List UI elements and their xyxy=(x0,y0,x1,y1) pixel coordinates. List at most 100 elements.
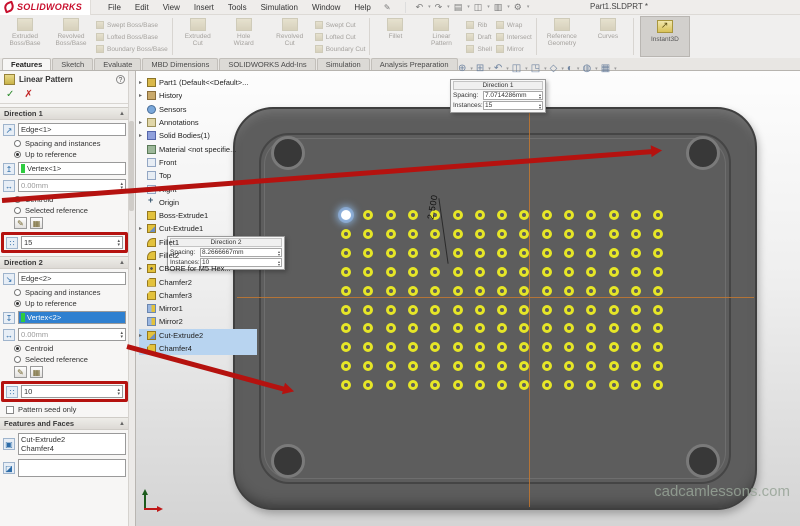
pattern-hole[interactable] xyxy=(564,304,574,315)
pattern-hole[interactable] xyxy=(341,247,351,258)
pattern-hole[interactable] xyxy=(541,380,552,391)
pattern-hole[interactable] xyxy=(653,228,664,239)
ribbon-small-button[interactable]: Mirror xyxy=(494,43,534,55)
pattern-hole[interactable] xyxy=(608,228,619,239)
expand-caret-icon[interactable]: ▸ xyxy=(139,265,147,272)
pattern-hole[interactable] xyxy=(452,342,463,353)
pattern-hole[interactable] xyxy=(608,247,619,258)
spacing-field[interactable]: 7.0714286mm ▴ ▾ xyxy=(483,91,543,100)
tab[interactable]: Analysis Preparation xyxy=(370,58,458,70)
pattern-hole[interactable] xyxy=(541,342,552,353)
hud-icon[interactable]: ◇ xyxy=(550,63,558,74)
toggle-button[interactable]: ✎ xyxy=(14,366,27,378)
ribbon-button[interactable]: Linear Pattern xyxy=(418,16,464,57)
tree-item[interactable]: Mirror2 xyxy=(139,315,257,328)
pattern-hole[interactable] xyxy=(586,285,597,296)
pattern-hole[interactable] xyxy=(497,323,508,334)
pattern-hole[interactable] xyxy=(608,342,619,353)
pattern-hole[interactable] xyxy=(653,285,664,296)
pattern-hole[interactable] xyxy=(630,342,641,353)
dropdown-caret-icon[interactable]: ▾ xyxy=(525,66,528,72)
radio-selected-reference[interactable]: Selected reference xyxy=(0,354,129,364)
pattern-hole[interactable] xyxy=(385,361,396,372)
direction2-offset-field[interactable]: 0.00mm ▴ ▾ xyxy=(18,328,126,341)
pattern-hole[interactable] xyxy=(497,210,508,220)
features-list-item[interactable]: Chamfer4 xyxy=(21,444,123,453)
direction1-edge-field[interactable]: Edge<1> xyxy=(18,123,126,136)
corner-hole[interactable] xyxy=(271,136,305,170)
dropdown-caret-icon[interactable]: ▾ xyxy=(506,66,509,72)
pattern-hole[interactable] xyxy=(564,323,574,334)
pattern-hole[interactable] xyxy=(653,266,664,277)
pattern-hole[interactable] xyxy=(564,285,574,296)
pattern-hole[interactable] xyxy=(452,361,463,372)
quick-access-icon[interactable]: ◫ xyxy=(474,2,483,13)
pattern-hole[interactable] xyxy=(586,380,597,391)
hud-icon[interactable]: ◫ xyxy=(512,63,521,74)
pattern-hole[interactable] xyxy=(497,380,508,391)
pattern-hole[interactable] xyxy=(363,266,374,277)
radio-icon[interactable] xyxy=(14,207,21,214)
pattern-hole[interactable] xyxy=(519,361,530,372)
pattern-hole[interactable] xyxy=(452,247,463,258)
expand-caret-icon[interactable]: ▸ xyxy=(139,119,147,126)
pattern-hole[interactable] xyxy=(586,247,597,258)
menu-item[interactable]: Window xyxy=(305,2,347,13)
menu-item[interactable]: Insert xyxy=(187,2,221,13)
pattern-hole[interactable] xyxy=(630,304,641,315)
pattern-hole[interactable] xyxy=(586,266,597,277)
tree-item[interactable]: Origin xyxy=(139,195,257,209)
toggle-button[interactable]: ▦ xyxy=(30,366,43,378)
pattern-hole[interactable] xyxy=(653,380,664,391)
ribbon-small-button[interactable]: Lofted Boss/Base xyxy=(94,31,170,43)
features-list-item[interactable]: Cut-Extrude2 xyxy=(21,435,123,444)
pattern-hole[interactable] xyxy=(586,304,597,315)
pattern-hole[interactable] xyxy=(363,380,374,391)
pattern-hole[interactable] xyxy=(630,323,641,334)
pattern-hole[interactable] xyxy=(363,285,374,296)
hud-icon[interactable]: ⊕ xyxy=(458,63,466,74)
quick-access-icon[interactable]: ⚙ xyxy=(514,2,522,13)
pattern-hole[interactable] xyxy=(430,247,441,258)
pattern-hole[interactable] xyxy=(385,380,396,391)
pattern-hole[interactable] xyxy=(385,285,396,296)
tab[interactable]: MBD Dimensions xyxy=(142,58,219,70)
pattern-hole[interactable] xyxy=(653,361,664,372)
dropdown-caret-icon[interactable]: ▾ xyxy=(527,4,530,10)
spinner[interactable]: ▴ ▾ xyxy=(539,102,541,109)
pattern-hole[interactable] xyxy=(564,247,574,258)
ribbon-small-button[interactable]: Draft xyxy=(464,31,493,43)
instant3d-button[interactable]: Instant3D xyxy=(639,16,690,57)
ribbon-small-button[interactable]: Lofted Cut xyxy=(313,31,368,43)
dropdown-caret-icon[interactable]: ▾ xyxy=(447,4,450,10)
checkbox-icon[interactable] xyxy=(6,405,14,414)
pattern-hole[interactable] xyxy=(341,304,351,315)
pattern-hole[interactable] xyxy=(541,266,552,277)
pattern-hole[interactable] xyxy=(474,304,485,315)
pattern-hole[interactable] xyxy=(653,304,664,315)
pattern-hole[interactable] xyxy=(608,323,619,334)
pencil-pin-icon[interactable]: ✎ xyxy=(384,3,391,12)
pattern-hole[interactable] xyxy=(430,228,441,239)
radio-spacing-instances[interactable]: Spacing and instances xyxy=(0,138,129,148)
pattern-hole[interactable] xyxy=(407,304,418,315)
radio-icon[interactable] xyxy=(14,140,21,147)
pattern-hole[interactable] xyxy=(564,380,574,391)
pattern-hole[interactable] xyxy=(519,342,530,353)
pattern-hole[interactable] xyxy=(608,210,619,220)
seed-hole[interactable] xyxy=(341,210,351,220)
radio-spacing-instances[interactable]: Spacing and instances xyxy=(0,287,129,297)
pattern-hole[interactable] xyxy=(474,361,485,372)
pattern-hole[interactable] xyxy=(452,304,463,315)
ribbon-small-button[interactable]: Boundary Boss/Base xyxy=(94,43,170,55)
pattern-hole[interactable] xyxy=(474,247,485,258)
pattern-hole[interactable] xyxy=(497,342,508,353)
pattern-hole[interactable] xyxy=(407,342,418,353)
section-direction2[interactable]: Direction 2 ▲ xyxy=(0,256,129,269)
pattern-hole[interactable] xyxy=(541,247,552,258)
pattern-hole[interactable] xyxy=(497,361,508,372)
direction2-reference-field[interactable]: Vertex<2> xyxy=(18,311,126,324)
ribbon-small-button[interactable]: Wrap xyxy=(494,19,534,31)
pattern-hole[interactable] xyxy=(653,247,664,258)
ribbon-button[interactable]: Revolved Boss/Base xyxy=(48,16,94,57)
